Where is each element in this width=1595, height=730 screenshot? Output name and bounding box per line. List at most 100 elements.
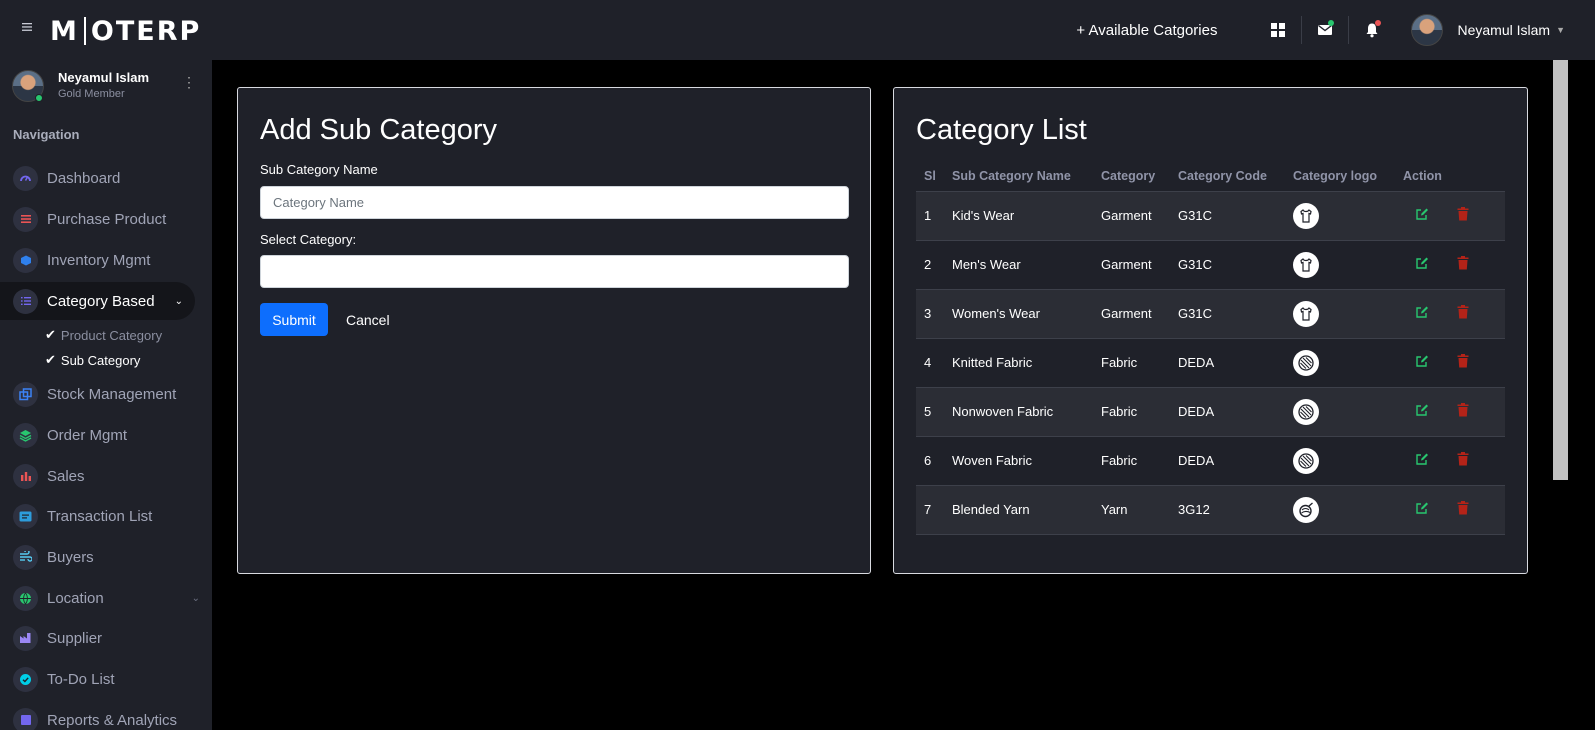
category-table: Sl Sub Category Name Category Category C… <box>916 166 1505 535</box>
bell-icon[interactable] <box>1349 0 1395 60</box>
cancel-button[interactable]: Cancel <box>346 303 390 336</box>
user-name: Neyamul Islam <box>1457 22 1551 38</box>
sidebar-subitem-label: Product Category <box>60 327 163 343</box>
sidebar: Neyamul Islam Gold Member ⋮ Navigation D… <box>0 60 212 730</box>
app-logo[interactable]: M OTERP <box>50 14 201 48</box>
table-row: 5 Nonwoven Fabric Fabric DEDA <box>916 386 1505 436</box>
industry-icon <box>13 625 38 651</box>
sidebar-item-to-do-list[interactable]: To-Do List <box>0 660 212 698</box>
sidebar-item-transaction-list[interactable]: Transaction List <box>0 497 212 535</box>
delete-icon[interactable] <box>1457 501 1471 515</box>
sidebar-item-label: Purchase Product <box>47 210 167 228</box>
sidebar-item-location[interactable]: Location ⌄ <box>0 579 212 617</box>
submit-button[interactable]: Submit <box>260 303 328 336</box>
cell-category: Fabric <box>1101 386 1178 436</box>
gauge-icon <box>13 165 38 191</box>
cell-category-logo <box>1293 484 1403 535</box>
cell-category-logo <box>1293 435 1403 485</box>
table-row: 4 Knitted Fabric Fabric DEDA <box>916 337 1505 387</box>
box-icon <box>13 247 38 273</box>
delete-icon[interactable] <box>1457 403 1471 417</box>
sidebar-item-buyers[interactable]: Buyers <box>0 538 212 576</box>
sidebar-item-reports-analytics[interactable]: Reports & Analytics <box>0 701 212 730</box>
sidebar-item-label: Stock Management <box>47 385 177 403</box>
user-menu[interactable]: Neyamul Islam ▼ <box>1411 14 1565 46</box>
sub-category-name-label: Sub Category Name <box>260 162 378 177</box>
cell-action <box>1403 190 1505 240</box>
table-row: 1 Kid's Wear Garment G31C <box>916 190 1505 240</box>
bar-chart-icon <box>13 463 38 489</box>
cell-category-code: 3G12 <box>1178 484 1293 535</box>
delete-icon[interactable] <box>1457 305 1471 319</box>
cell-sub-category-name: Kid's Wear <box>952 190 1101 240</box>
form-title: Add Sub Category <box>260 114 497 146</box>
list-check-icon <box>13 288 38 314</box>
table-row: 3 Women's Wear Garment G31C <box>916 288 1505 338</box>
cell-sl: 3 <box>916 288 952 338</box>
edit-icon[interactable] <box>1415 501 1429 515</box>
sidebar-item-purchase-product[interactable]: Purchase Product <box>0 200 212 238</box>
sidebar-subitem-product-category[interactable]: ✔ Product Category <box>45 324 162 346</box>
sidebar-item-label: Dashboard <box>47 169 121 187</box>
list-title: Category List <box>916 114 1087 146</box>
cell-sub-category-name: Women's Wear <box>952 288 1101 338</box>
category-list-panel: Category List Sl Sub Category Name Categ… <box>893 87 1528 574</box>
sidebar-item-label: Reports & Analytics <box>47 711 178 729</box>
sub-category-name-input[interactable]: Category Name <box>260 186 849 219</box>
wind-icon <box>13 544 38 570</box>
edit-icon[interactable] <box>1415 256 1429 270</box>
sidebar-item-dashboard[interactable]: Dashboard <box>0 159 212 197</box>
sidebar-item-stock-management[interactable]: Stock Management <box>0 375 212 413</box>
select-category-label: Select Category: <box>260 232 357 247</box>
fabric-icon <box>1293 398 1319 425</box>
cell-category: Yarn <box>1101 484 1178 535</box>
sidebar-subitem-label: Sub Category <box>60 352 141 368</box>
hamburger-menu-icon[interactable] <box>20 20 34 34</box>
check-icon: ✔ <box>45 327 56 343</box>
kebab-menu-icon[interactable]: ⋮ <box>182 74 196 91</box>
sidebar-item-category-based[interactable]: Category Based ⌄ <box>0 282 195 320</box>
cell-action <box>1403 484 1505 535</box>
delete-icon[interactable] <box>1457 354 1471 368</box>
delete-icon[interactable] <box>1457 207 1471 221</box>
cell-sub-category-name: Blended Yarn <box>952 484 1101 535</box>
top-navbar: M OTERP + Available Catgories Neyamul Isl… <box>0 0 1595 60</box>
mail-icon[interactable] <box>1302 0 1348 60</box>
edit-icon[interactable] <box>1415 305 1429 319</box>
cell-sub-category-name: Men's Wear <box>952 239 1101 289</box>
yarn-icon <box>1293 496 1319 523</box>
check-circle-icon <box>13 666 38 692</box>
sidebar-item-label: Inventory Mgmt <box>47 251 151 269</box>
cell-category: Fabric <box>1101 435 1178 485</box>
sidebar-item-inventory-mgmt[interactable]: Inventory Mgmt <box>0 241 212 279</box>
delete-icon[interactable] <box>1457 256 1471 270</box>
notification-badge <box>1375 20 1382 26</box>
layers-icon <box>13 422 38 448</box>
sidebar-item-order-mgmt[interactable]: Order Mgmt <box>0 416 212 454</box>
sidebar-item-label: Transaction List <box>47 507 153 525</box>
sidebar-item-supplier[interactable]: Supplier <box>0 619 212 657</box>
edit-icon[interactable] <box>1415 207 1429 221</box>
sidebar-item-label: To-Do List <box>47 670 115 688</box>
page-scrollbar[interactable] <box>1553 60 1568 480</box>
delete-icon[interactable] <box>1457 452 1471 466</box>
cell-category: Garment <box>1101 239 1178 289</box>
edit-icon[interactable] <box>1415 452 1429 466</box>
grid-apps-icon[interactable] <box>1255 0 1301 60</box>
cell-category-logo <box>1293 288 1403 338</box>
cell-category-code: DEDA <box>1178 435 1293 485</box>
edit-icon[interactable] <box>1415 403 1429 417</box>
sidebar-item-sales[interactable]: Sales <box>0 457 212 495</box>
cell-action <box>1403 288 1505 338</box>
column-header-category-logo: Category logo <box>1293 169 1378 183</box>
cell-category-code: DEDA <box>1178 386 1293 436</box>
edit-icon[interactable] <box>1415 354 1429 368</box>
shirt-icon <box>1293 202 1319 229</box>
available-categories-link[interactable]: + Available Catgories <box>1076 22 1217 39</box>
cell-sl: 1 <box>916 190 952 240</box>
logo-letter: M <box>50 15 79 47</box>
select-category-dropdown[interactable] <box>260 255 849 288</box>
scrollbar-track <box>1553 480 1568 730</box>
sidebar-subitem-sub-category[interactable]: ✔ Sub Category <box>45 349 140 371</box>
cell-category-code: G31C <box>1178 239 1293 289</box>
